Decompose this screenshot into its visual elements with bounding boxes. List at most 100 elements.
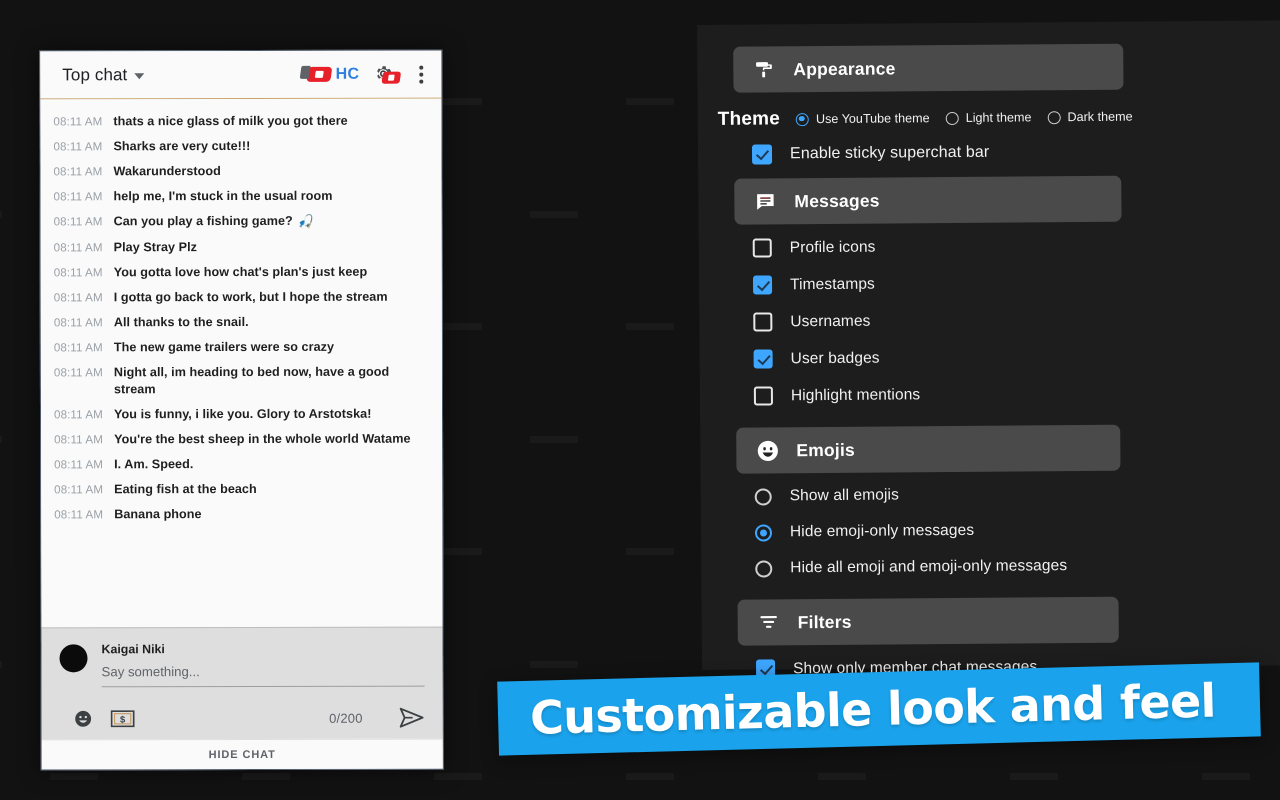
- background-dash: [530, 661, 578, 668]
- settings-section-body-messages: Profile icons Timestamps Usernames User bad…: [699, 220, 1280, 414]
- settings-section-title: Filters: [798, 611, 852, 632]
- chat-composer: Kaigai Niki Say something... $: [41, 627, 442, 740]
- message-body: You're the best sheep in the whole world…: [114, 430, 410, 448]
- settings-section-header-appearance[interactable]: Appearance: [733, 44, 1123, 93]
- message-timestamp: 08:11 AM: [54, 315, 114, 331]
- theme-option-label: Use YouTube theme: [816, 111, 930, 126]
- message-body: thats a nice glass of milk you got there: [113, 113, 347, 130]
- checkbox-row[interactable]: Timestamps: [753, 271, 1280, 294]
- radio-row[interactable]: Hide emoji-only messages: [755, 519, 1280, 541]
- chat-message: 08:11 AMYou is funny, i like you. Glory …: [41, 401, 442, 427]
- radio-button[interactable]: [946, 111, 959, 124]
- gear-icon[interactable]: [373, 63, 399, 85]
- chat-message: 08:11 AMThe new game trailers were so cr…: [41, 334, 442, 360]
- chat-message-list[interactable]: 08:11 AMthats a nice glass of milk you g…: [40, 99, 442, 628]
- message-text: I. Am. Speed.: [114, 456, 193, 473]
- chat-message: 08:11 AMSharks are very cute!!!: [40, 134, 441, 160]
- paint-roller-icon: [751, 58, 777, 80]
- hyperchat-badge-button[interactable]: HC: [308, 65, 360, 83]
- more-vertical-icon[interactable]: [413, 61, 429, 87]
- checkbox-row[interactable]: Usernames: [753, 308, 1280, 331]
- message-text: Eating fish at the beach: [114, 481, 257, 498]
- radio-label: Hide all emoji and emoji-only messages: [790, 557, 1067, 577]
- checkbox-label: Usernames: [790, 312, 870, 331]
- radio-button[interactable]: [1047, 111, 1060, 124]
- theme-radio-option[interactable]: Dark theme: [1047, 110, 1132, 125]
- background-dash: [530, 211, 578, 218]
- message-text: I gotta go back to work, but I hope the …: [114, 288, 388, 306]
- radio-button[interactable]: [755, 524, 772, 541]
- message-text: You're the best sheep in the whole world…: [114, 430, 410, 448]
- settings-section-header-filters[interactable]: Filters: [738, 597, 1119, 646]
- message-body: help me, I'm stuck in the usual room: [114, 188, 333, 205]
- chat-message: 08:11 AMAll thanks to the snail.: [41, 309, 442, 335]
- background-dash: [0, 436, 2, 443]
- checkbox[interactable]: [753, 238, 772, 257]
- radio-row[interactable]: Show all emojis: [755, 483, 1280, 505]
- message-timestamp: 08:11 AM: [53, 114, 113, 130]
- background-dash: [626, 773, 674, 780]
- message-timestamp: 08:11 AM: [54, 340, 114, 356]
- checkbox[interactable]: [754, 349, 773, 368]
- radio-row[interactable]: Hide all emoji and emoji-only messages: [755, 555, 1280, 577]
- background-dash: [626, 548, 674, 555]
- radio-button[interactable]: [796, 113, 809, 126]
- theme-option-label: Light theme: [966, 110, 1032, 125]
- youtube-badge-icon: [381, 71, 401, 83]
- emoji-glyph: [74, 709, 93, 728]
- chat-message: 08:11 AMYou're the best sheep in the who…: [41, 426, 442, 452]
- message-text: The new game trailers were so crazy: [114, 338, 334, 355]
- background-dash: [626, 98, 674, 105]
- checkbox-row[interactable]: Profile icons: [753, 234, 1280, 257]
- youtube-logo-icon: [307, 67, 333, 82]
- settings-section-title: Messages: [794, 190, 879, 212]
- settings-section-header-emojis[interactable]: Emojis: [736, 425, 1120, 474]
- checkbox[interactable]: [753, 312, 772, 331]
- message-timestamp: 08:11 AM: [54, 215, 114, 231]
- radio-button[interactable]: [755, 488, 772, 505]
- chat-header: Top chat HC: [40, 51, 441, 100]
- checkbox[interactable]: [753, 275, 772, 294]
- avatar: [59, 644, 87, 672]
- message-text: You gotta love how chat's plan's just ke…: [114, 263, 368, 281]
- background-dash: [50, 773, 98, 780]
- background-dash: [242, 773, 290, 780]
- chat-mode-dropdown[interactable]: Top chat: [62, 65, 144, 85]
- message-timestamp: 08:11 AM: [53, 164, 113, 180]
- background-dash: [434, 773, 482, 780]
- chat-message: 08:11 AMhelp me, I'm stuck in the usual …: [41, 184, 442, 210]
- live-chat-panel: Top chat HC 08:11 AMthats a nice g: [39, 50, 444, 771]
- message-timestamp: 08:11 AM: [54, 290, 114, 306]
- checkbox-label: Profile icons: [790, 238, 876, 257]
- send-glyph: [399, 707, 425, 729]
- hide-chat-button[interactable]: HIDE CHAT: [42, 739, 443, 770]
- message-timestamp: 08:11 AM: [54, 407, 114, 423]
- message-body: Wakarunderstood: [113, 163, 220, 180]
- chat-message-input[interactable]: Say something...: [102, 664, 425, 688]
- superchat-glyph: $: [111, 710, 135, 727]
- settings-section-header-messages[interactable]: Messages: [734, 176, 1121, 225]
- message-timestamp: 08:11 AM: [53, 139, 113, 155]
- send-paper-plane-icon[interactable]: [399, 707, 425, 729]
- sticky-superchat-checkbox-row[interactable]: Enable sticky superchat bar: [698, 126, 1280, 165]
- settings-section-body-emojis: Show all emojis Hide emoji-only messages H…: [701, 469, 1280, 586]
- emoji-smiley-icon[interactable]: [74, 709, 93, 728]
- checkbox[interactable]: [754, 386, 773, 405]
- checkbox[interactable]: [752, 144, 772, 164]
- dollar-bill-icon[interactable]: $: [111, 710, 135, 727]
- message-timestamp: 08:11 AM: [54, 482, 114, 498]
- theme-radio-option[interactable]: Light theme: [946, 110, 1032, 125]
- message-body: I. Am. Speed.: [114, 456, 193, 473]
- checkbox-label: Highlight mentions: [791, 386, 920, 405]
- message-text: thats a nice glass of milk you got there: [113, 113, 347, 130]
- message-body: Banana phone: [114, 506, 201, 523]
- radio-button[interactable]: [755, 560, 772, 577]
- theme-radio-option[interactable]: Use YouTube theme: [796, 111, 930, 126]
- message-text: Sharks are very cute!!!: [113, 138, 250, 155]
- checkbox-row[interactable]: Highlight mentions: [754, 382, 1280, 405]
- checkbox-row[interactable]: User badges: [754, 345, 1280, 368]
- radio-label: Show all emojis: [790, 486, 899, 505]
- settings-overlay-panel: AppearanceThemeUse YouTube themeLight th…: [697, 20, 1280, 670]
- message-text: Night all, im heading to bed now, have a…: [114, 363, 428, 398]
- chat-message: 08:11 AMI gotta go back to work, but I h…: [41, 284, 442, 310]
